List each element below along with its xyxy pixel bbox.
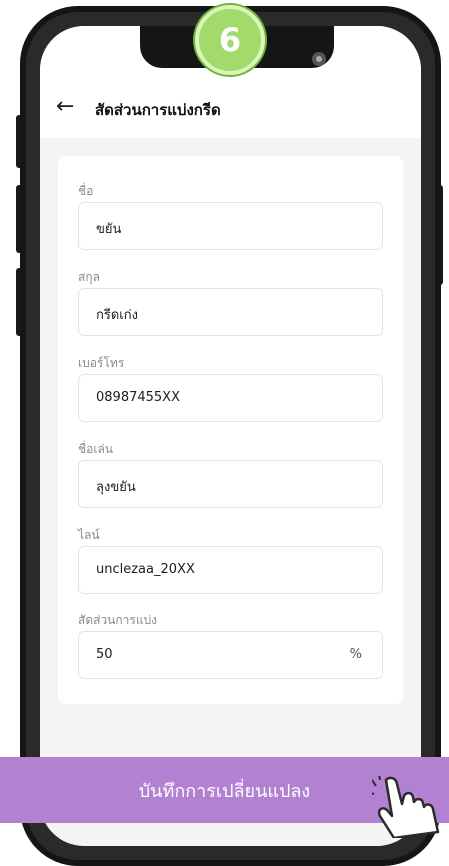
line-id-value: unclezaa_20XX [96, 562, 195, 577]
nickname-label: ชื่อเล่น [78, 442, 114, 456]
line-label: ไลน์ [78, 528, 100, 542]
last-name-field[interactable]: กรีดเก่ง [78, 288, 383, 336]
first-name-label: ชื่อ [78, 184, 94, 198]
form-card: ชื่อ ขยัน สกุล กรีดเก่ง เบอร์โทร 0898745… [58, 156, 403, 704]
back-arrow-icon[interactable]: ← [56, 94, 74, 119]
phone-field[interactable]: 08987455XX [78, 374, 383, 422]
last-name-label: สกุล [78, 270, 100, 284]
last-name-value: กรีดเก่ง [96, 308, 138, 323]
save-changes-label: บันทึกการเปลี่ยนแปลง [138, 780, 311, 802]
share-percent-field[interactable]: 50 % [78, 631, 383, 679]
line-id-field[interactable]: unclezaa_20XX [78, 546, 383, 594]
step-badge: 6 [195, 5, 265, 75]
percent-unit: % [349, 647, 362, 662]
phone-bezel: ← สัดส่วนการแบ่งกรีด ชื่อ ขยัน สกุล กรีด… [26, 12, 435, 860]
phone-value: 08987455XX [96, 390, 180, 405]
first-name-value: ขยัน [96, 222, 122, 237]
phone-screen: ← สัดส่วนการแบ่งกรีด ชื่อ ขยัน สกุล กรีด… [40, 26, 421, 846]
share-percent-value: 50 [96, 647, 113, 662]
pointing-hand-icon [372, 776, 440, 838]
share-label: สัดส่วนการแบ่ง [78, 613, 158, 627]
camera-icon [312, 52, 326, 66]
nickname-value: ลุงขยัน [96, 480, 136, 495]
page-title: สัดส่วนการแบ่งกรีด [95, 101, 221, 119]
first-name-field[interactable]: ขยัน [78, 202, 383, 250]
nickname-field[interactable]: ลุงขยัน [78, 460, 383, 508]
phone-label: เบอร์โทร [78, 356, 125, 370]
phone-frame: ← สัดส่วนการแบ่งกรีด ชื่อ ขยัน สกุล กรีด… [20, 6, 441, 866]
step-number: 6 [218, 21, 242, 59]
